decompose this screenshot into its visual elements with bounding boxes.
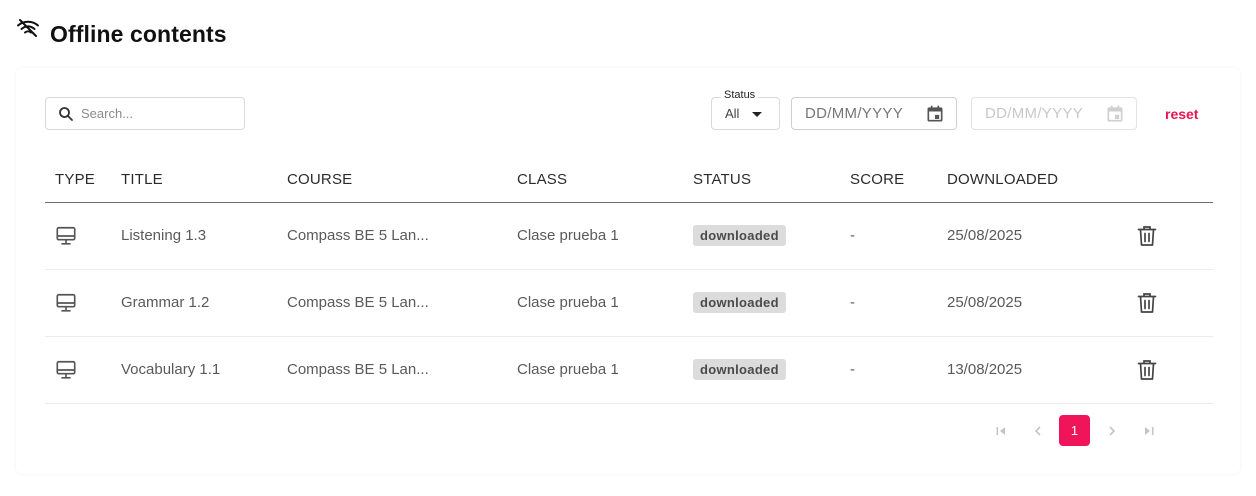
table-row[interactable]: Listening 1.3 Compass BE 5 Lan... Clase … xyxy=(45,202,1213,270)
course-cell: Compass BE 5 Lan... xyxy=(287,269,517,337)
date-to-input[interactable] xyxy=(985,105,1100,122)
page-header: Offline contents xyxy=(16,18,227,50)
class-cell: Clase prueba 1 xyxy=(517,269,693,337)
title-cell: Vocabulary 1.1 xyxy=(121,336,287,404)
reset-button[interactable]: reset xyxy=(1165,106,1198,122)
header-downloaded[interactable]: DOWNLOADED xyxy=(947,158,1137,203)
score-cell: - xyxy=(850,202,947,270)
status-label: Status xyxy=(721,89,759,101)
last-page-icon xyxy=(1144,426,1153,435)
status-value: All xyxy=(725,106,740,121)
last-page-button[interactable] xyxy=(1133,415,1164,446)
table-row[interactable]: Vocabulary 1.1 Compass BE 5 Lan... Clase… xyxy=(45,336,1213,404)
header-actions xyxy=(1137,158,1213,203)
search-icon xyxy=(59,106,73,121)
class-cell: Clase prueba 1 xyxy=(517,202,693,270)
first-page-button[interactable] xyxy=(985,415,1016,446)
type-cell xyxy=(45,269,121,337)
page-title: Offline contents xyxy=(50,20,227,47)
calendar-icon[interactable] xyxy=(925,104,945,124)
date-from-field[interactable] xyxy=(791,97,957,130)
actions-cell xyxy=(1137,336,1213,404)
table-row[interactable]: Grammar 1.2 Compass BE 5 Lan... Clase pr… xyxy=(45,269,1213,337)
status-badge: downloaded xyxy=(693,359,786,380)
calendar-icon[interactable] xyxy=(1105,104,1125,124)
desktop-icon xyxy=(56,360,76,379)
header-title[interactable]: TITLE xyxy=(121,158,287,203)
title-cell: Grammar 1.2 xyxy=(121,269,287,337)
course-cell: Compass BE 5 Lan... xyxy=(287,202,517,270)
search-input[interactable] xyxy=(81,106,231,121)
table-header-row: TYPE TITLE COURSE CLASS STATUS SCORE DOW… xyxy=(45,158,1213,203)
status-cell: downloaded xyxy=(693,202,850,270)
course-cell: Compass BE 5 Lan... xyxy=(287,336,517,404)
status-cell: downloaded xyxy=(693,336,850,404)
offline-contents-table: TYPE TITLE COURSE CLASS STATUS SCORE DOW… xyxy=(45,158,1213,404)
status-badge: downloaded xyxy=(693,225,786,246)
status-badge: downloaded xyxy=(693,292,786,313)
pagination: 1 xyxy=(985,415,1170,446)
type-cell xyxy=(45,336,121,404)
first-page-icon xyxy=(996,426,1005,435)
score-cell: - xyxy=(850,336,947,404)
score-cell: - xyxy=(850,269,947,337)
trash-icon[interactable] xyxy=(1137,292,1157,314)
chevron-right-icon xyxy=(1108,425,1115,436)
downloaded-cell: 25/08/2025 xyxy=(947,202,1137,270)
chevron-left-icon xyxy=(1034,425,1041,436)
trash-icon[interactable] xyxy=(1137,359,1157,381)
chevron-down-icon xyxy=(752,112,762,117)
header-score[interactable]: SCORE xyxy=(850,158,947,203)
date-from-input[interactable] xyxy=(805,105,920,122)
search-box[interactable] xyxy=(45,97,245,130)
date-to-field[interactable] xyxy=(971,97,1137,130)
title-cell: Listening 1.3 xyxy=(121,202,287,270)
header-class[interactable]: CLASS xyxy=(517,158,693,203)
wifi-off-icon xyxy=(17,19,39,37)
header-course[interactable]: COURSE xyxy=(287,158,517,203)
downloaded-cell: 13/08/2025 xyxy=(947,336,1137,404)
type-cell xyxy=(45,202,121,270)
header-status[interactable]: STATUS xyxy=(693,158,850,203)
desktop-icon xyxy=(56,226,76,245)
prev-page-button[interactable] xyxy=(1022,415,1053,446)
header-type[interactable]: TYPE xyxy=(45,158,121,203)
downloaded-cell: 25/08/2025 xyxy=(947,269,1137,337)
status-select[interactable]: Status All xyxy=(711,89,780,130)
class-cell: Clase prueba 1 xyxy=(517,336,693,404)
page-button-current[interactable]: 1 xyxy=(1059,415,1090,446)
next-page-button[interactable] xyxy=(1096,415,1127,446)
desktop-icon xyxy=(56,293,76,312)
status-cell: downloaded xyxy=(693,269,850,337)
actions-cell xyxy=(1137,269,1213,337)
trash-icon[interactable] xyxy=(1137,225,1157,247)
actions-cell xyxy=(1137,202,1213,270)
